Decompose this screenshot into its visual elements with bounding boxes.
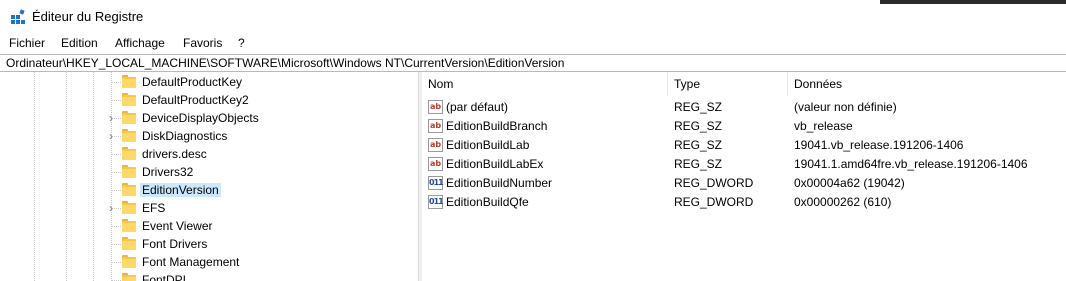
folder-icon [122,201,136,215]
value-row[interactable]: ab EditionBuildLabEx REG_SZ 19041.1.amd64fr… [422,155,1066,174]
value-name: (par défaut) [446,100,509,114]
tree-item-label: EFS [142,201,166,215]
value-data: 0x00000262 (610) [794,195,892,209]
menu-favoris[interactable]: Favoris [183,36,222,50]
value-type: REG_SZ [674,119,723,133]
tree-item[interactable]: Drivers32 [0,163,418,181]
menu-edition[interactable]: Edition [61,36,98,50]
value-type: REG_SZ [674,157,723,171]
string-value-icon: ab [428,119,443,133]
column-header-type[interactable]: Type [668,72,788,96]
tree-item-label: DefaultProductKey [142,75,243,89]
value-data: 0x00004a62 (19042) [794,176,905,190]
tree-connector [111,244,121,245]
chevron-right-icon[interactable]: › [105,201,117,215]
folder-icon [122,237,136,251]
tree-item-label: FontDPI [142,273,187,281]
tree-item[interactable]: › DiskDiagnostics [0,127,418,145]
tree-item[interactable]: › EFS [0,199,418,217]
tree-item-label: DefaultProductKey2 [142,93,249,107]
value-data: 19041.1.amd64fre.vb_release.191206-1406 [794,157,1028,171]
value-name: EditionBuildBranch [446,119,548,133]
folder-icon [122,93,136,107]
tree-item[interactable]: DefaultProductKey [0,73,418,91]
tree-connector [111,172,121,173]
tree-item[interactable]: drivers.desc [0,145,418,163]
value-data: (valeur non définie) [794,100,897,114]
chevron-right-icon[interactable]: › [105,129,117,143]
title-bar-edge [880,0,1066,4]
tree-item-label: Font Drivers [142,237,208,251]
tree-item-label: Drivers32 [142,165,194,179]
dword-value-icon: 011 [428,176,444,190]
value-type: REG_SZ [674,138,723,152]
window-title: Éditeur du Registre [32,9,144,24]
tree-connector [111,100,121,101]
menu-affichage[interactable]: Affichage [115,36,165,50]
tree-item-label: EditionVersion [140,183,221,197]
string-value-icon: ab [428,100,443,114]
value-row[interactable]: 011 EditionBuildNumber REG_DWORD 0x00004a62… [422,174,1066,193]
address-path[interactable]: Ordinateur\HKEY_LOCAL_MACHINE\SOFTWARE\M… [6,56,564,70]
tree-item[interactable]: DefaultProductKey2 [0,91,418,109]
menu-fichier[interactable]: Fichier [9,36,45,50]
folder-icon [122,165,136,179]
tree-item-label: drivers.desc [142,147,207,161]
title-bar: Éditeur du Registre [0,0,1066,34]
tree-item-label: Event Viewer [142,219,213,233]
tree-connector [111,190,121,191]
folder-icon [122,129,136,143]
tree-connector [111,154,121,155]
value-row[interactable]: ab (par défaut) REG_SZ (valeur non définie) [422,98,1066,117]
value-row[interactable]: ab EditionBuildLab REG_SZ 19041.vb_release.… [422,136,1066,155]
value-name: EditionBuildNumber [446,176,553,190]
value-data: 19041.vb_release.191206-1406 [794,138,964,152]
menu-bar: Fichier Edition Affichage Favoris ? [0,34,1066,54]
value-name: EditionBuildLabEx [446,157,544,171]
tree-item[interactable]: Font Drivers [0,235,418,253]
string-value-icon: ab [428,157,443,171]
tree-item-label: Font Management [142,255,240,269]
tree-item[interactable]: FontDPI [0,271,418,281]
registry-editor-icon [11,9,25,24]
value-row[interactable]: ab EditionBuildBranch REG_SZ vb_release [422,117,1066,136]
tree-item[interactable]: Event Viewer [0,217,418,235]
value-type: REG_DWORD [674,195,754,209]
tree-item-label: DeviceDisplayObjects [142,111,259,125]
tree-connector [111,82,121,83]
value-type: REG_SZ [674,100,723,114]
folder-icon [122,75,136,89]
key-tree[interactable]: DefaultProductKey DefaultProductKey2 › Devi… [0,72,418,281]
value-row[interactable]: 011 EditionBuildQfe REG_DWORD 0x00000262 (6… [422,193,1066,212]
folder-icon [122,219,136,233]
value-type: REG_DWORD [674,176,754,190]
column-header-data[interactable]: Données [788,72,1066,96]
menu-help[interactable]: ? [238,36,245,50]
tree-item[interactable]: EditionVersion [0,181,418,199]
tree-item[interactable]: Font Management [0,253,418,271]
chevron-right-icon[interactable]: › [105,111,117,125]
folder-icon [122,273,136,281]
tree-connector [111,226,121,227]
tree-item-label: DiskDiagnostics [142,129,228,143]
value-name: EditionBuildQfe [446,195,529,209]
values-list[interactable]: Nom Type Données ab (par défaut) REG_SZ (va… [422,72,1066,281]
folder-icon [122,255,136,269]
tree-connector [111,262,121,263]
folder-icon [122,111,136,125]
string-value-icon: ab [428,138,443,152]
tree-item[interactable]: › DeviceDisplayObjects [0,109,418,127]
value-name: EditionBuildLab [446,138,530,152]
value-data: vb_release [794,119,853,133]
dword-value-icon: 011 [428,195,444,209]
folder-icon [122,147,136,161]
address-bar[interactable]: Ordinateur\HKEY_LOCAL_MACHINE\SOFTWARE\M… [0,54,1066,72]
column-header-name[interactable]: Nom [422,72,668,96]
folder-icon [122,183,136,197]
